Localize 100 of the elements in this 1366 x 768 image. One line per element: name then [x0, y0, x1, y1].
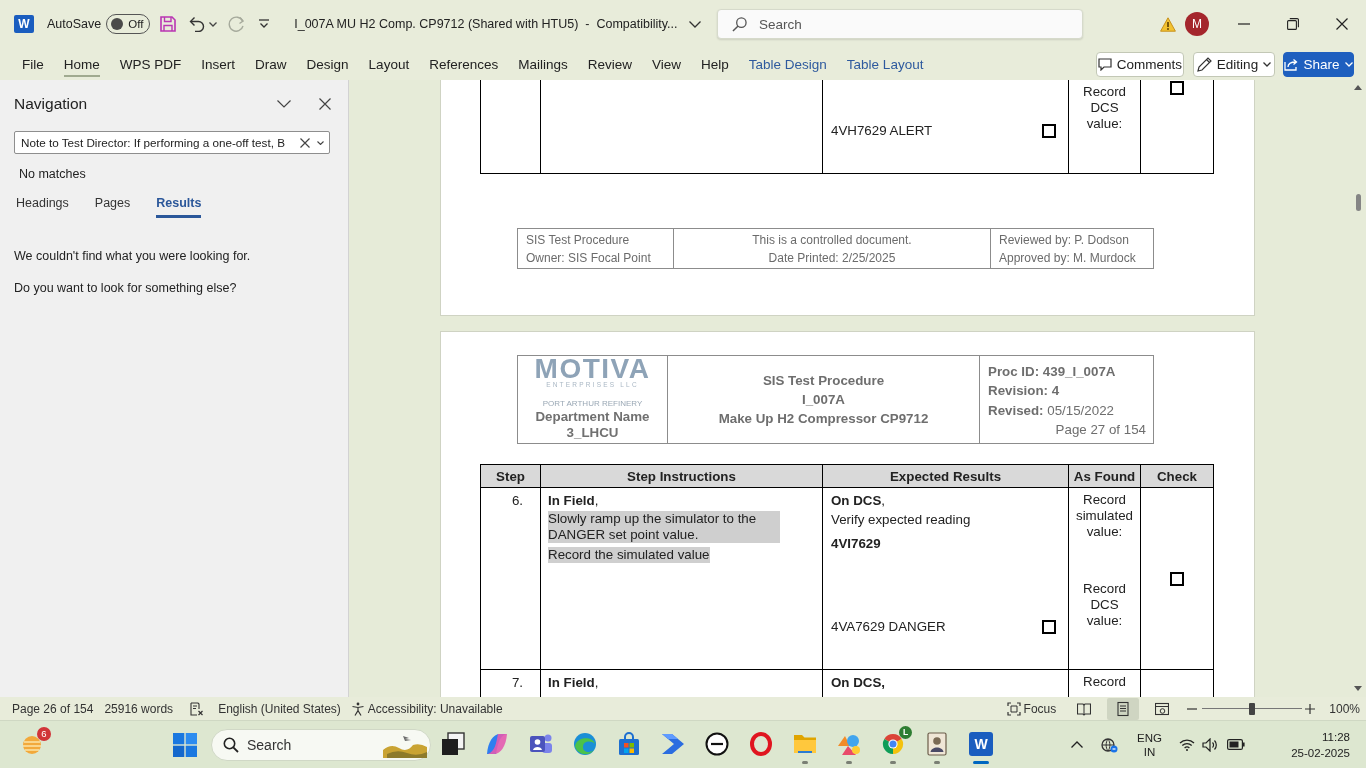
close-icon[interactable] — [1336, 18, 1348, 30]
ribbon-tab[interactable]: Design — [306, 51, 349, 77]
ribbon-tab[interactable]: Review — [587, 51, 632, 77]
leaf-icon[interactable] — [485, 732, 509, 756]
zoom-level[interactable]: 100% — [1329, 701, 1360, 716]
window-stack-icon[interactable] — [441, 732, 465, 756]
app-logo: W — [14, 15, 34, 33]
globe-icon[interactable] — [1100, 736, 1118, 753]
close-icon[interactable] — [319, 98, 331, 110]
language-button[interactable]: English (United States) — [218, 701, 341, 716]
caret-icon — [1344, 61, 1353, 67]
column-header: Step Instructions — [540, 464, 823, 488]
procedure-info: Proc ID: 439_I_007A — [988, 363, 1117, 381]
chevron-up-icon[interactable] — [1071, 741, 1083, 748]
clock[interactable]: 11:28 25-02-2025 — [1291, 728, 1350, 761]
ribbon-tab[interactable]: View — [652, 51, 682, 77]
restore-icon[interactable] — [1287, 18, 1299, 30]
shopping-bag-icon[interactable] — [617, 732, 641, 756]
editing-button[interactable]: Editing — [1193, 51, 1275, 77]
company-logo: MOTIVA — [533, 357, 652, 381]
color-wheel-icon[interactable] — [881, 732, 905, 756]
procedure-title: I_007A — [801, 391, 846, 409]
profile-badge: L — [899, 726, 912, 739]
page-number: Page 27 of 154 — [1054, 420, 1146, 439]
refinery-name: PORT ARTHUR REFINERY — [541, 399, 644, 409]
department-text: 3_LHCU — [565, 425, 620, 441]
ribbon-tab[interactable]: Mailings — [518, 51, 568, 77]
ribbon-tab[interactable]: Table Design — [748, 51, 827, 77]
ribbon-tab[interactable]: Insert — [201, 51, 236, 77]
clear-icon[interactable] — [300, 137, 310, 148]
ribbon-tab[interactable]: Layout — [368, 51, 410, 77]
minus-icon[interactable] — [1187, 707, 1198, 710]
step-number: 6. — [511, 493, 523, 508]
people-icon[interactable] — [529, 732, 553, 756]
customize-caret-icon[interactable] — [258, 19, 271, 29]
volume-icon[interactable] — [1201, 737, 1218, 752]
instruction-text: Record the simulated value — [548, 547, 710, 563]
save-icon[interactable] — [160, 16, 177, 32]
ring-icon[interactable] — [749, 732, 773, 756]
read-mode-icon[interactable] — [1077, 701, 1092, 716]
search-field[interactable]: Search — [211, 728, 431, 761]
slider-thumb[interactable] — [1249, 702, 1256, 715]
word-count[interactable]: 25916 words — [104, 701, 174, 716]
portrait-icon[interactable] — [925, 732, 949, 756]
minus-circle-icon[interactable] — [705, 732, 729, 756]
shapes-icon[interactable] — [837, 732, 861, 756]
pane-tab[interactable]: Pages — [94, 196, 131, 218]
caret-icon — [1263, 61, 1272, 67]
department-text: Department Name — [534, 409, 651, 425]
language-indicator[interactable]: ENG IN — [1137, 730, 1162, 759]
warning-icon[interactable] — [1160, 16, 1176, 32]
chevron-down-icon[interactable] — [277, 100, 291, 108]
expected-text: Verify expected reading — [831, 512, 971, 528]
wave-icon[interactable] — [573, 732, 597, 756]
document-title[interactable]: I_007A MU H2 Comp. CP9712 (Shared with HTU5) - Compatibility... — [294, 17, 678, 31]
undo-icon[interactable] — [189, 16, 206, 32]
ribbon-tab[interactable]: File — [22, 51, 44, 77]
search-icon — [223, 736, 239, 753]
share-button[interactable]: Share — [1283, 51, 1354, 77]
scroll-thumb[interactable] — [1355, 194, 1361, 211]
page-count[interactable]: Page 26 of 154 — [12, 701, 94, 716]
notification-badge: 6 — [37, 726, 51, 741]
expected-text: 4VA7629 DANGER — [831, 619, 946, 635]
caret-icon[interactable] — [209, 21, 218, 27]
avatar[interactable]: M — [1185, 12, 1209, 36]
footer-text: Owner: SIS Focal Point — [526, 249, 652, 267]
comments-button[interactable]: Comments — [1096, 51, 1184, 77]
proofing-icon[interactable] — [190, 701, 205, 716]
chevron-right-icon[interactable] — [661, 732, 685, 756]
as-found-text: Record simulated value: — [1074, 492, 1134, 540]
wifi-icon[interactable] — [1178, 738, 1195, 751]
accessibility-button[interactable]: Accessibility: Unavailable — [350, 701, 503, 716]
print-layout-icon[interactable] — [1107, 697, 1140, 720]
focus-icon — [1006, 701, 1021, 716]
pane-tab[interactable]: Results — [156, 196, 202, 218]
ribbon-tab[interactable]: References — [429, 51, 499, 77]
comment-icon — [1097, 57, 1112, 71]
ribbon-tab[interactable]: Table Layout — [846, 51, 924, 77]
column-header: Check — [1140, 464, 1214, 488]
focus-button[interactable]: Focus — [1006, 701, 1057, 716]
start-icon[interactable] — [173, 732, 197, 757]
ribbon-tab[interactable]: Home — [63, 51, 100, 77]
scroll-down-icon[interactable] — [1354, 686, 1362, 691]
ribbon-tab[interactable]: Draw — [255, 51, 287, 77]
search-field[interactable]: Note to Test Director: If performing a one-off test, B — [14, 131, 330, 154]
ribbon-tab[interactable]: Help — [701, 51, 729, 77]
app-logo[interactable]: W — [969, 732, 993, 756]
chevron-down-icon[interactable] — [689, 20, 702, 28]
autosave-label: AutoSave — [47, 17, 102, 31]
battery-icon[interactable] — [1226, 739, 1245, 750]
search-field[interactable]: Search — [717, 9, 1083, 39]
accessibility-icon — [350, 701, 365, 716]
scroll-up-icon[interactable] — [1354, 85, 1362, 90]
plus-icon[interactable] — [1305, 703, 1316, 714]
as-found-text: Record — [1082, 674, 1127, 690]
caret-icon[interactable] — [317, 140, 324, 145]
web-layout-icon[interactable] — [1155, 701, 1170, 716]
folder-icon[interactable] — [793, 732, 817, 756]
ribbon-tab[interactable]: WPS PDF — [119, 51, 182, 77]
pane-tab[interactable]: Headings — [16, 196, 69, 218]
